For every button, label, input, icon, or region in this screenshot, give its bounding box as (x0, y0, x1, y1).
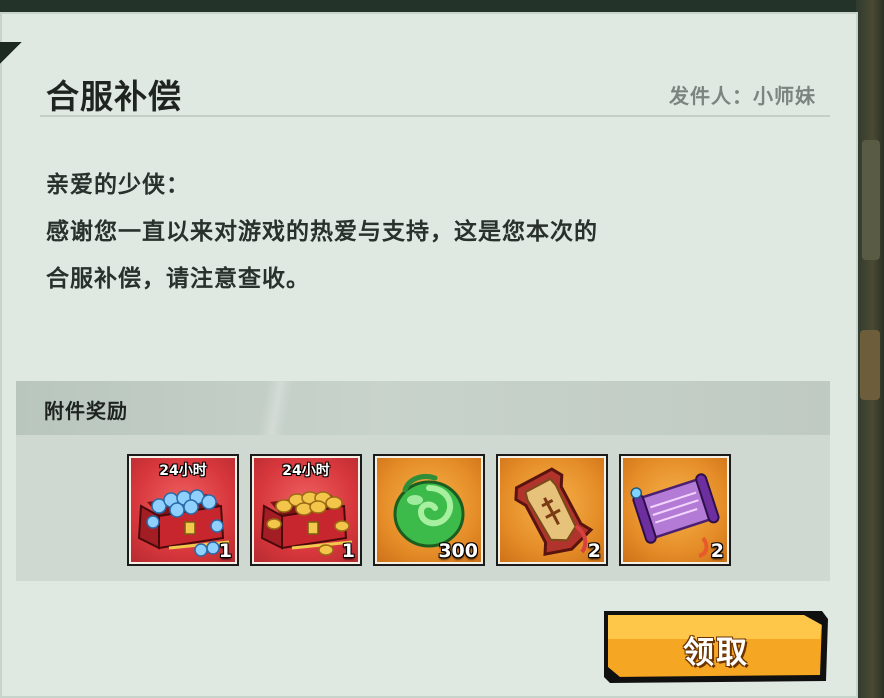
background-edge (856, 0, 884, 698)
mail-body-line: 合服补偿，请注意查收。 (46, 266, 310, 292)
item-tag: 24小时 (159, 463, 207, 479)
attachment-item[interactable]: 300 (373, 454, 485, 566)
attachment-item[interactable]: 24小时 1 (250, 454, 362, 566)
mail-greeting: 亲爱的少侠： (46, 172, 190, 198)
sender-label: 发件人： (669, 84, 753, 108)
item-count: 2 (587, 540, 601, 562)
mail-panel: 合服补偿 发件人：小师妹 亲爱的少侠： 感谢您一直以来对游戏的热爱与支持，这是您… (0, 12, 858, 698)
attachment-section: 附件奖励 24小时 1 24小时 1 300 2 2 (16, 381, 830, 581)
corner-decoration (0, 42, 22, 64)
item-count: 1 (341, 540, 355, 562)
attachment-items: 24小时 1 24小时 1 300 2 2 (127, 454, 731, 566)
item-count: 2 (710, 540, 724, 562)
attachment-item[interactable]: 2 (496, 454, 608, 566)
attachment-item[interactable]: 24小时 1 (127, 454, 239, 566)
claim-button[interactable]: 领取 (604, 609, 828, 685)
item-count: 1 (218, 540, 232, 562)
claim-button-label: 领取 (683, 635, 749, 671)
title-divider (40, 115, 830, 117)
sender-name: 小师妹 (753, 84, 816, 108)
item-tag: 24小时 (282, 463, 330, 479)
mail-sender: 发件人：小师妹 (669, 80, 816, 109)
attachment-item[interactable]: 2 (619, 454, 731, 566)
attachment-title: 附件奖励 (44, 399, 128, 423)
mail-body: 亲爱的少侠： 感谢您一直以来对游戏的热爱与支持，这是您本次的 合服补偿，请注意查… (46, 162, 806, 303)
item-count: 300 (438, 540, 478, 562)
attachment-header: 附件奖励 (16, 381, 830, 435)
mail-title: 合服补偿 (46, 77, 182, 116)
mail-body-line: 感谢您一直以来对游戏的热爱与支持，这是您本次的 (46, 219, 598, 245)
